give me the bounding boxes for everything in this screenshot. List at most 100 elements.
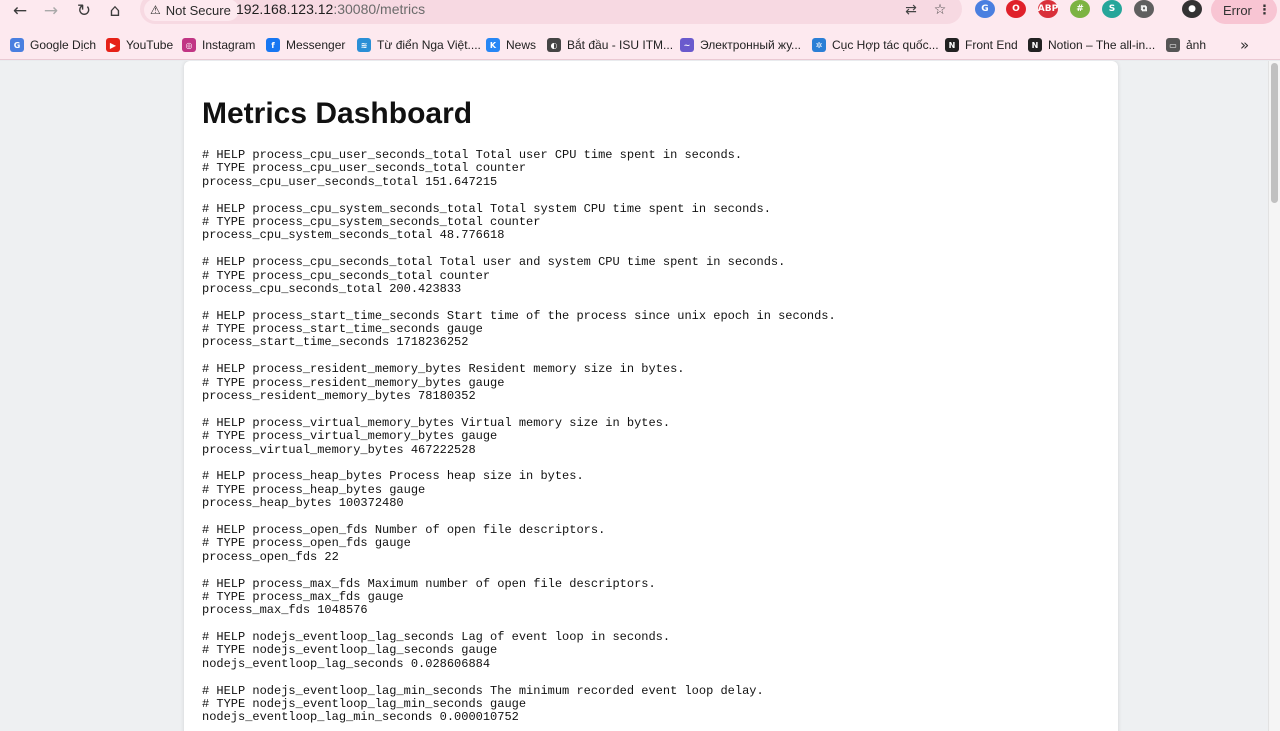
metric-value-line: nodejs_eventloop_lag_min_seconds 0.00001… bbox=[202, 710, 519, 725]
bookmark-item[interactable]: ≋ Từ điển Nga Việt.... bbox=[357, 35, 481, 55]
bookmark-item[interactable]: N Front End bbox=[945, 35, 1018, 55]
metric-type-line: # TYPE process_virtual_memory_bytes gaug… bbox=[202, 429, 498, 444]
bookmark-label: Cục Hợp tác quốc... bbox=[832, 38, 939, 52]
metric-type-line: # TYPE nodejs_eventloop_lag_seconds gaug… bbox=[202, 643, 498, 658]
vertical-scrollbar[interactable] bbox=[1268, 61, 1280, 731]
metric-block: # HELP process_cpu_user_seconds_total To… bbox=[202, 148, 836, 189]
metric-type-line: # TYPE process_heap_bytes gauge bbox=[202, 482, 426, 497]
bookmark-item[interactable]: ▭ ảnh bbox=[1166, 35, 1206, 55]
metric-block: # HELP nodejs_eventloop_lag_min_seconds … bbox=[202, 684, 836, 725]
shield-extension-icon[interactable]: S bbox=[1102, 0, 1122, 18]
metrics-output: # HELP process_cpu_user_seconds_total To… bbox=[202, 148, 836, 731]
bookmark-item[interactable]: ◐ Bắt đầu - ISU ITM... bbox=[547, 35, 673, 55]
security-indicator[interactable]: ⚠ Not Secure bbox=[144, 0, 239, 21]
metric-help-line: # HELP nodejs_eventloop_lag_seconds Lag … bbox=[202, 630, 671, 645]
folder-icon: ▭ bbox=[1166, 38, 1180, 52]
metric-type-line: # TYPE process_cpu_system_seconds_total … bbox=[202, 214, 541, 229]
url-text[interactable]: 192.168.123.12:30080/metrics bbox=[236, 1, 425, 17]
metric-block: # HELP process_virtual_memory_bytes Virt… bbox=[202, 416, 836, 457]
error-chip[interactable]: Error ⋮ bbox=[1211, 0, 1277, 24]
metric-value-line: process_resident_memory_bytes 78180352 bbox=[202, 389, 476, 404]
home-icon[interactable]: ⌂ bbox=[101, 0, 129, 22]
bookmark-label: Front End bbox=[965, 38, 1018, 52]
bookmark-item[interactable]: ✲ Cục Hợp tác quốc... bbox=[812, 35, 939, 55]
notion-icon: N bbox=[1028, 38, 1042, 52]
google-translate-extension-icon[interactable]: G bbox=[975, 0, 995, 18]
metric-help-line: # HELP process_cpu_system_seconds_total … bbox=[202, 201, 771, 216]
metric-block: # HELP process_resident_memory_bytes Res… bbox=[202, 362, 836, 404]
puzzle-extensions-icon[interactable]: ⧉ bbox=[1134, 0, 1154, 18]
metric-type-line: # TYPE process_cpu_user_seconds_total co… bbox=[202, 161, 527, 176]
bookmark-label: Notion – The all-in... bbox=[1048, 38, 1156, 52]
profile-avatar[interactable]: ● bbox=[1182, 0, 1202, 18]
bookmark-item[interactable]: N Notion – The all-in... bbox=[1028, 35, 1155, 55]
metric-value-line: process_start_time_seconds 1718236252 bbox=[202, 335, 469, 350]
metric-value-line: process_max_fds 1048576 bbox=[202, 603, 368, 618]
metric-help-line: # HELP process_heap_bytes Process heap s… bbox=[202, 469, 584, 484]
metric-block: # HELP process_cpu_system_seconds_total … bbox=[202, 201, 836, 243]
page-viewport: Metrics Dashboard # HELP process_cpu_use… bbox=[0, 61, 1268, 731]
back-arrow-icon[interactable]: ← bbox=[6, 0, 34, 22]
opera-extension-icon[interactable]: O bbox=[1006, 0, 1026, 18]
youtube-icon: ▶ bbox=[106, 38, 120, 52]
metric-value-line: process_heap_bytes 100372480 bbox=[202, 496, 404, 511]
menu-dots-icon[interactable]: ⋮ bbox=[1258, 3, 1271, 18]
bookmark-star-icon[interactable]: ☆ bbox=[930, 0, 950, 20]
warning-triangle-icon: ⚠ bbox=[150, 3, 161, 17]
bookmark-label: ảnh bbox=[1186, 38, 1207, 52]
metric-block: # HELP nodejs_eventloop_lag_seconds Lag … bbox=[202, 630, 836, 671]
browser-toolbar: ← → ↻ ⌂ ⚠ Not Secure 192.168.123.12:3008… bbox=[0, 0, 1280, 30]
scrollbar-thumb[interactable] bbox=[1271, 63, 1278, 203]
metric-value-line: process_cpu_system_seconds_total 48.7766… bbox=[202, 228, 505, 243]
bookmark-label: YouTube bbox=[126, 38, 174, 52]
page-title: Metrics Dashboard bbox=[202, 97, 473, 130]
metric-type-line: # TYPE process_cpu_seconds_total counter bbox=[202, 268, 491, 283]
bookmark-label: Электронный жу... bbox=[700, 38, 802, 52]
metric-value-line: process_virtual_memory_bytes 467222528 bbox=[202, 442, 476, 457]
notion-icon: N bbox=[945, 38, 959, 52]
metric-help-line: # HELP process_max_fds Maximum number of… bbox=[202, 576, 656, 591]
metric-value-line: process_cpu_user_seconds_total 151.64721… bbox=[202, 174, 498, 189]
vk-icon: K bbox=[486, 38, 500, 52]
gear-network-icon: ✲ bbox=[812, 38, 826, 52]
metrics-card: Metrics Dashboard # HELP process_cpu_use… bbox=[184, 61, 1118, 731]
address-bar[interactable]: ⚠ Not Secure 192.168.123.12:30080/metric… bbox=[140, 0, 962, 24]
metric-block: # HELP process_max_fds Maximum number of… bbox=[202, 576, 836, 618]
dictionary-icon: ≋ bbox=[357, 38, 371, 52]
journal-icon: ~ bbox=[680, 38, 694, 52]
bookmark-label: News bbox=[506, 38, 537, 52]
metric-help-line: # HELP process_cpu_seconds_total Total u… bbox=[202, 255, 786, 270]
metric-type-line: # TYPE process_max_fds gauge bbox=[202, 589, 404, 604]
metric-value-line: nodejs_eventloop_lag_seconds 0.028606884 bbox=[202, 656, 491, 671]
chevron-more-icon[interactable]: » bbox=[1240, 36, 1249, 54]
bookmark-item[interactable]: f Messenger bbox=[266, 35, 345, 55]
metric-help-line: # HELP process_open_fds Number of open f… bbox=[202, 522, 606, 537]
metric-type-line: # TYPE process_open_fds gauge bbox=[202, 536, 411, 551]
forward-arrow-icon[interactable]: → bbox=[37, 0, 65, 22]
security-label: Not Secure bbox=[165, 2, 231, 18]
bookmark-item[interactable]: G Google Dịch bbox=[10, 35, 96, 55]
url-host: 192.168.123.12 bbox=[236, 1, 334, 17]
bookmark-label: Bắt đầu - ISU ITM... bbox=[567, 38, 674, 52]
metric-block: # HELP process_open_fds Number of open f… bbox=[202, 522, 836, 564]
adblock-plus-extension-icon[interactable]: ABP bbox=[1038, 0, 1058, 18]
hash-extension-icon[interactable]: # bbox=[1070, 0, 1090, 18]
metric-block: # HELP process_heap_bytes Process heap s… bbox=[202, 469, 836, 511]
instagram-icon: ◎ bbox=[182, 38, 196, 52]
bookmark-label: Instagram bbox=[202, 38, 256, 52]
bookmark-label: Messenger bbox=[286, 38, 346, 52]
bookmark-item[interactable]: ▶ YouTube bbox=[106, 35, 173, 55]
error-label: Error bbox=[1223, 2, 1252, 18]
google-translate-icon: G bbox=[10, 38, 24, 52]
bookmark-label: Google Dịch bbox=[30, 38, 97, 52]
metric-help-line: # HELP process_cpu_user_seconds_total To… bbox=[202, 148, 743, 162]
url-path: :30080/metrics bbox=[333, 1, 426, 17]
bookmark-item[interactable]: K News bbox=[486, 35, 536, 55]
bookmark-label: Từ điển Nga Việt.... bbox=[377, 38, 481, 52]
reload-icon[interactable]: ↻ bbox=[70, 0, 98, 22]
bookmark-item[interactable]: ~ Электронный жу... bbox=[680, 35, 801, 55]
metric-value-line: process_cpu_seconds_total 200.423833 bbox=[202, 281, 462, 296]
metric-help-line: # HELP process_resident_memory_bytes Res… bbox=[202, 362, 685, 377]
translate-page-icon[interactable]: ⇄ bbox=[901, 0, 921, 20]
bookmark-item[interactable]: ◎ Instagram bbox=[182, 35, 255, 55]
